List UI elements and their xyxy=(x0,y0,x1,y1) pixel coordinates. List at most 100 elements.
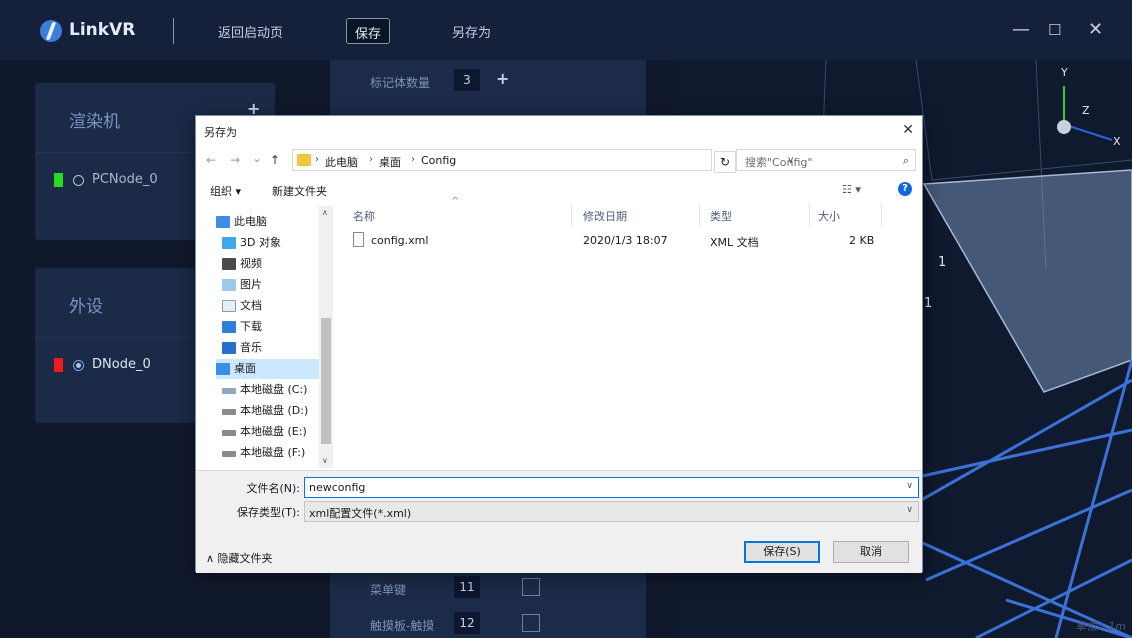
search-input[interactable]: 搜索"Config" ⌕ xyxy=(736,149,916,171)
back-to-start-button[interactable]: 返回启动页 xyxy=(218,22,283,41)
nav-item-label: 本地磁盘 (F:) xyxy=(240,446,306,459)
breadcrumb-separator: › xyxy=(411,154,415,165)
menu-key-value[interactable]: 11 xyxy=(454,576,480,598)
nav-item-downloads[interactable]: 下载 xyxy=(222,317,325,337)
dialog-bottom-area: 文件名(N): newconfig ∨ 保存类型(T): xml配置文件(*.x… xyxy=(196,470,922,573)
recent-locations-icon[interactable]: ⌄ xyxy=(252,151,262,165)
nav-item-music[interactable]: 音乐 xyxy=(222,338,325,358)
nav-item-label: 本地磁盘 (E:) xyxy=(240,425,307,438)
marker-count-value[interactable]: 3 xyxy=(454,69,480,91)
video-icon xyxy=(222,258,236,270)
nav-item-label: 音乐 xyxy=(240,341,262,354)
computer-icon xyxy=(216,216,230,228)
nav-scrollbar[interactable]: ∧ ∨ xyxy=(319,206,333,468)
scroll-up-icon[interactable]: ∧ xyxy=(322,208,328,217)
node-status-indicator xyxy=(54,358,63,372)
device-panel-title: 外设 xyxy=(69,297,103,317)
nav-item-desktop[interactable]: 桌面 xyxy=(216,359,319,379)
app-titlebar: LinkVR 返回启动页 保存 另存为 — ☐ ✕ xyxy=(0,0,1132,60)
menu-key-checkbox[interactable] xyxy=(522,578,540,596)
refresh-icon[interactable]: ↻ xyxy=(714,151,736,173)
3d-objects-icon xyxy=(222,237,236,249)
column-header-size[interactable]: 大小 xyxy=(818,208,840,224)
add-marker-button[interactable]: + xyxy=(496,69,509,88)
drive-icon xyxy=(222,409,236,415)
file-type: XML 文档 xyxy=(710,236,759,249)
file-icon xyxy=(353,232,364,247)
organize-menu-button[interactable]: 组织 ▾ xyxy=(210,183,241,199)
filename-value: newconfig xyxy=(309,481,366,494)
column-divider xyxy=(881,204,882,226)
z-axis-label: Z xyxy=(1082,104,1090,117)
view-options-icon[interactable]: ☷ ▾ xyxy=(842,183,861,196)
filetype-dropdown-icon[interactable]: ∨ xyxy=(906,505,913,515)
nav-item-label: 文档 xyxy=(240,299,262,312)
breadcrumb-item[interactable]: Config xyxy=(421,154,456,167)
breadcrumb-item[interactable]: 桌面 xyxy=(379,154,401,170)
column-divider xyxy=(809,204,810,226)
nav-item-drive-f[interactable]: 本地磁盘 (F:) xyxy=(222,443,325,463)
object-tag-label: 1 xyxy=(924,296,933,311)
hide-folders-toggle[interactable]: ∧ 隐藏文件夹 xyxy=(206,550,273,566)
nav-item-this-pc[interactable]: 此电脑 xyxy=(216,212,319,232)
touchpad-touch-value[interactable]: 12 xyxy=(454,612,480,634)
linkvr-logo-icon xyxy=(40,20,62,42)
nav-item-drive-c[interactable]: 本地磁盘 (C:) xyxy=(222,380,325,400)
render-panel-title: 渲染机 xyxy=(69,112,120,132)
back-arrow-icon[interactable]: ← xyxy=(206,153,216,167)
filename-input[interactable]: newconfig ∨ xyxy=(304,477,919,498)
column-divider xyxy=(699,204,700,226)
dialog-close-button[interactable]: ✕ xyxy=(902,122,914,138)
column-header-modified[interactable]: 修改日期 xyxy=(583,208,627,224)
breadcrumb-item[interactable]: 此电脑 xyxy=(325,154,358,170)
filename-dropdown-icon[interactable]: ∨ xyxy=(906,481,913,491)
cancel-button[interactable]: 取消 xyxy=(833,541,909,563)
drive-icon xyxy=(222,388,236,394)
file-size: 2 KB xyxy=(849,234,875,247)
desktop-icon xyxy=(216,363,230,375)
help-icon[interactable]: ? xyxy=(898,182,912,196)
unit-label: 单位：1m xyxy=(1075,620,1126,633)
device-node-label: DNode_0 xyxy=(92,357,151,372)
minimize-button[interactable]: — xyxy=(1012,20,1030,40)
file-row[interactable]: config.xml 2020/1/3 18:07 XML 文档 2 KB xyxy=(351,230,911,252)
address-row: ← → ⌄ ↑ › 此电脑 › 桌面 › Config ∨ ↻ 搜索"Confi… xyxy=(196,148,922,173)
column-header-type[interactable]: 类型 xyxy=(710,208,732,224)
scrollbar-thumb[interactable] xyxy=(321,318,331,444)
download-icon xyxy=(222,321,236,333)
drive-icon xyxy=(222,430,236,436)
maximize-button[interactable]: ☐ xyxy=(1048,20,1061,40)
nav-item-label: 桌面 xyxy=(234,362,256,375)
nav-item-pictures[interactable]: 图片 xyxy=(222,275,325,295)
y-axis-label: Y xyxy=(1061,66,1068,79)
save-as-menu-button[interactable]: 另存为 xyxy=(452,22,491,41)
filetype-label: 保存类型(T): xyxy=(236,506,300,519)
dialog-titlebar: 另存为 ✕ xyxy=(196,116,922,146)
nav-item-documents[interactable]: 文档 xyxy=(222,296,325,316)
file-list: ^ 名称 修改日期 类型 大小 config.xml 2020/1/3 18:0… xyxy=(337,196,923,470)
node-radio[interactable] xyxy=(73,175,84,186)
touchpad-touch-label: 触摸板-触摸 xyxy=(370,619,435,633)
nav-item-3d-objects[interactable]: 3D 对象 xyxy=(222,233,325,253)
address-bar[interactable]: › 此电脑 › 桌面 › Config ∨ xyxy=(292,149,794,171)
nav-item-label: 本地磁盘 (C:) xyxy=(240,383,308,396)
forward-arrow-icon[interactable]: → xyxy=(230,153,240,167)
nav-item-drive-d[interactable]: 本地磁盘 (D:) xyxy=(222,401,325,421)
menu-key-label: 菜单键 xyxy=(370,583,407,597)
close-button[interactable]: ✕ xyxy=(1088,20,1103,40)
scroll-down-icon[interactable]: ∨ xyxy=(322,456,328,465)
node-radio[interactable] xyxy=(73,360,84,371)
nav-item-label: 本地磁盘 (D:) xyxy=(240,404,309,417)
nav-item-drive-e[interactable]: 本地磁盘 (E:) xyxy=(222,422,325,442)
touchpad-touch-checkbox[interactable] xyxy=(522,614,540,632)
nav-item-videos[interactable]: 视频 xyxy=(222,254,325,274)
nav-item-label: 图片 xyxy=(240,278,262,291)
filetype-select[interactable]: xml配置文件(*.xml) ∨ xyxy=(304,501,919,522)
save-button[interactable]: 保存(S) xyxy=(744,541,820,563)
new-folder-button[interactable]: 新建文件夹 xyxy=(272,183,327,199)
render-node-label: PCNode_0 xyxy=(92,172,158,187)
up-arrow-icon[interactable]: ↑ xyxy=(270,153,280,167)
column-header-name[interactable]: 名称 xyxy=(353,208,375,224)
save-menu-button[interactable]: 保存 xyxy=(346,18,391,44)
dialog-title: 另存为 xyxy=(204,126,237,139)
